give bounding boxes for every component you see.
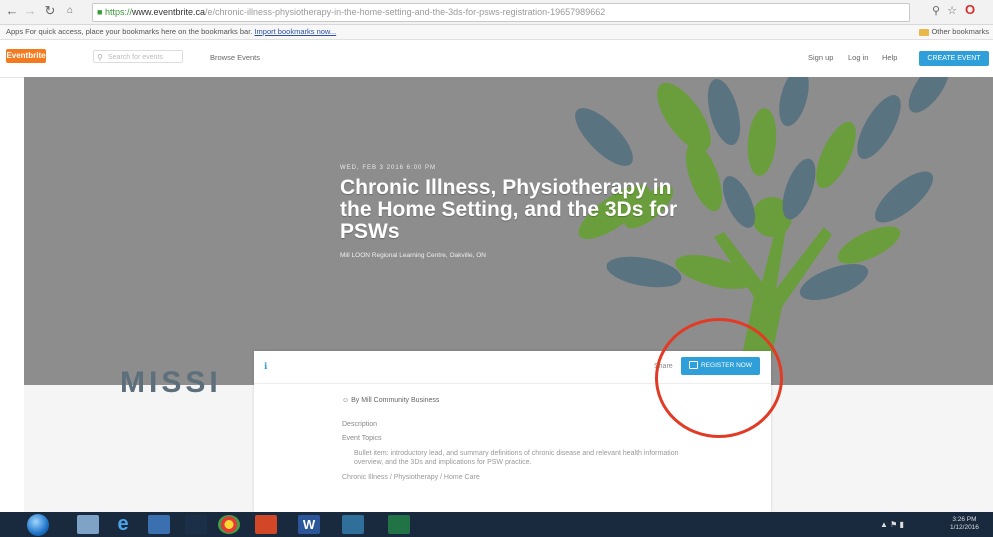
browse-events-link[interactable]: Browse Events <box>210 53 260 62</box>
clock-time: 3:26 PM <box>952 516 977 523</box>
powerpoint-icon[interactable] <box>255 515 277 534</box>
media-player-icon[interactable] <box>148 515 170 534</box>
bookmarks-hint: Apps For quick access, place your bookma… <box>6 27 253 36</box>
url-path: /e/chronic-illness-physiotherapy-in-the-… <box>205 7 606 17</box>
user-icon: ☺ <box>342 397 350 404</box>
reload-icon[interactable]: ↻ <box>42 3 58 19</box>
word-icon[interactable]: W <box>298 515 320 534</box>
description-paragraph-2: Chronic Illness / Physiotherapy / Home C… <box>342 474 480 481</box>
description-heading: Description <box>342 421 378 428</box>
clock-date: 1/12/2016 <box>950 524 979 531</box>
chrome-icon[interactable] <box>218 515 240 534</box>
info-icon[interactable]: ℹ <box>264 361 267 372</box>
folder-icon[interactable] <box>185 515 207 534</box>
bookmarks-bar: Apps For quick access, place your bookma… <box>0 25 993 40</box>
star-icon[interactable]: ☆ <box>944 3 960 19</box>
explorer-icon[interactable] <box>77 515 99 534</box>
home-icon[interactable]: ⌂ <box>62 3 78 19</box>
topics-heading: Event Topics <box>342 435 382 442</box>
organizer-name: By Mill Community Business <box>351 397 440 404</box>
excel-icon[interactable] <box>388 515 410 534</box>
lock-icon: ■ <box>97 7 103 17</box>
internet-explorer-icon[interactable]: e <box>112 514 134 534</box>
search-icon: ⚲ <box>97 53 103 62</box>
description-paragraph: Bullet item: introductory lead, and summ… <box>354 450 679 466</box>
windows-taskbar: e W ▲ ⚑ ▮ 3:26 PM 1/12/2016 <box>0 512 993 537</box>
event-description: ☺ By Mill Community Business Description… <box>342 397 682 482</box>
start-button-icon[interactable] <box>27 514 49 536</box>
system-clock[interactable]: 3:26 PM 1/12/2016 <box>950 516 979 532</box>
create-event-button[interactable]: CREATE EVENT <box>919 51 989 66</box>
other-bookmarks-label: Other bookmarks <box>931 27 989 36</box>
url-scheme: https:// <box>104 7 132 17</box>
log-in-link[interactable]: Log in <box>848 53 868 62</box>
event-venue: Mill LOON Regional Learning Centre, Oakv… <box>340 252 486 259</box>
highlight-circle <box>655 318 783 438</box>
zoom-icon[interactable]: ⚲ <box>928 3 944 19</box>
address-bar[interactable]: ■ https://www.eventbrite.ca/e/chronic-il… <box>92 3 910 22</box>
background-heading: MISSI <box>120 366 222 399</box>
search-placeholder: Search for events <box>108 54 163 61</box>
url-host: www.eventbrite.ca <box>131 7 206 17</box>
eventbrite-logo[interactable]: Eventbrite <box>6 49 46 63</box>
event-date: WED, FEB 3 2016 6:00 PM <box>340 165 437 171</box>
back-arrow-icon[interactable]: ← <box>4 3 20 19</box>
organizer-line[interactable]: ☺ By Mill Community Business <box>342 397 682 404</box>
sign-up-link[interactable]: Sign up <box>808 53 833 62</box>
forward-arrow-icon[interactable]: → <box>22 3 38 19</box>
outlook-icon[interactable] <box>342 515 364 534</box>
system-tray[interactable]: ▲ ⚑ ▮ <box>880 520 904 529</box>
folder-icon <box>919 28 930 36</box>
help-link[interactable]: Help <box>882 53 897 62</box>
opera-icon[interactable]: O <box>962 2 978 18</box>
search-input[interactable]: ⚲ Search for events <box>93 50 183 63</box>
event-title: Chronic Illness, Physiotherapy in the Ho… <box>340 176 678 243</box>
site-header: Eventbrite ⚲ Search for events Browse Ev… <box>0 40 993 78</box>
browser-toolbar: ← → ↻ ⌂ ■ https://www.eventbrite.ca/e/ch… <box>0 0 993 25</box>
import-bookmarks-link[interactable]: Import bookmarks now... <box>254 27 336 36</box>
other-bookmarks[interactable]: Other bookmarks <box>919 25 989 39</box>
